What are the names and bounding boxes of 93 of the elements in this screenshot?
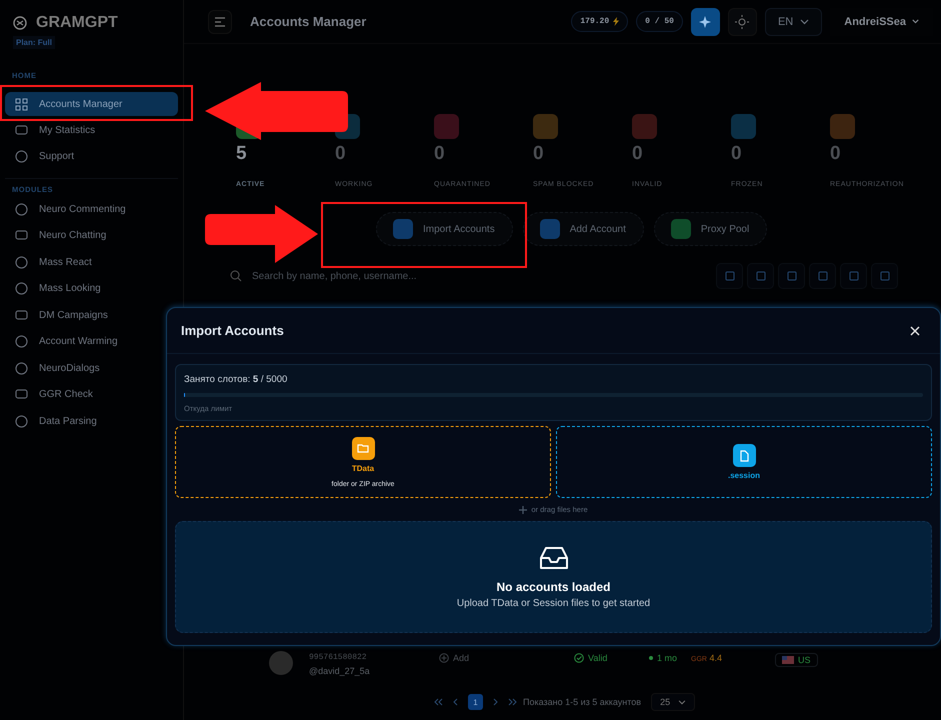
menu-item-icon [15, 229, 28, 242]
zone-title: TData [352, 464, 374, 472]
stat-value: 5 [236, 143, 248, 165]
toolbar-button[interactable] [747, 263, 774, 289]
menu-item-icon [15, 202, 28, 216]
menu-item-icon [15, 282, 28, 296]
arrow-icon [205, 205, 318, 263]
action-button[interactable]: Import Accounts [376, 212, 513, 246]
phone-text: 995761580822 [309, 653, 368, 662]
action-button[interactable]: Proxy Pool [654, 212, 768, 246]
zone-title: .session [728, 471, 760, 480]
toolbar-button[interactable] [809, 263, 836, 289]
sidebar-item[interactable]: Data Parsing [5, 408, 178, 434]
username-text: @david_27_5a [309, 666, 371, 676]
country-badge: US [775, 653, 818, 667]
search-icon [230, 270, 242, 282]
menu-item-icon [15, 414, 28, 428]
menu-item-icon [15, 335, 28, 348]
inbox-icon [540, 546, 568, 570]
status-text: Valid [588, 653, 608, 663]
sparkle-button[interactable] [690, 8, 720, 36]
stat-value: 0 [830, 143, 842, 165]
last-page-icon[interactable] [508, 698, 517, 706]
stat-value: 0 [632, 143, 644, 165]
slots-text: Занято слотов: 5 / 5000 [184, 374, 288, 385]
plus-circle-icon [439, 653, 449, 663]
sidebar-item[interactable]: My Statistics [5, 117, 178, 144]
chevron-down-icon [678, 700, 686, 704]
menu-item-icon [15, 388, 28, 402]
toolbar-icon [786, 270, 798, 282]
sidebar-item[interactable]: Mass Looking [5, 276, 178, 302]
sidebar-item[interactable]: DM Campaigns [5, 302, 178, 328]
close-button[interactable] [908, 324, 922, 338]
sidebar-item[interactable]: Neuro Chatting [5, 222, 178, 249]
chevron-down-icon [912, 19, 919, 24]
sparkle-icon [698, 14, 712, 28]
chevron-down-icon [800, 18, 810, 24]
credits-badge: 179.20 [571, 11, 628, 32]
search-field[interactable]: Search by name, phone, username... [230, 270, 474, 282]
toolbar-button[interactable] [778, 263, 805, 289]
avatar [269, 651, 293, 675]
menu-item-icon [15, 362, 28, 375]
slots-badge: 0 / 50 [636, 11, 683, 32]
sidebar-item[interactable]: Support [5, 144, 178, 170]
empty-title: No accounts loaded [496, 580, 611, 594]
sun-icon [735, 14, 750, 28]
per-page-dropdown[interactable]: 25 [651, 693, 696, 711]
toolbar-icon [848, 270, 860, 282]
age-text: 1 mo [657, 653, 678, 663]
toolbar-icon [724, 270, 736, 282]
stat-value: 0 [434, 143, 446, 165]
arrow-icon [205, 82, 348, 140]
toolbar-button[interactable] [716, 263, 743, 289]
logo-text: GRAMGPT [36, 14, 118, 32]
lightning-icon [613, 17, 620, 26]
sidebar-item[interactable]: Mass React [5, 249, 178, 276]
page-button[interactable]: 1 [468, 694, 483, 710]
dialog-title: Import Accounts [181, 323, 285, 338]
toolbar-icon [878, 270, 890, 282]
menu-item-icon [15, 256, 28, 269]
pagination-summary: Показано 1-5 из 5 аккаунтов [523, 697, 642, 707]
menu-item-icon [15, 98, 28, 110]
next-page-icon[interactable] [493, 698, 498, 706]
sidebar-item[interactable]: Account Warming [5, 328, 178, 355]
menu-item-icon [15, 308, 28, 322]
sidebar-item[interactable]: NeuroDialogs [5, 355, 178, 382]
page-title: Accounts Manager [250, 14, 366, 29]
sidebar-item[interactable]: Accounts Manager [5, 92, 178, 116]
prev-page-icon[interactable] [453, 698, 458, 706]
check-icon [574, 653, 584, 663]
stat-value: 0 [335, 143, 347, 165]
add-link[interactable]: Add [453, 653, 470, 663]
menu-icon [214, 16, 226, 26]
empty-text: Upload TData or Session files to get started [456, 598, 650, 608]
first-page-icon[interactable] [434, 698, 443, 706]
menu-item-icon [15, 150, 28, 164]
menu-button[interactable] [208, 10, 232, 34]
sidebar-item[interactable]: Neuro Commenting [5, 196, 178, 222]
toolbar-icon [754, 270, 766, 282]
theme-button[interactable] [728, 8, 757, 36]
drop-zone[interactable]: .session [556, 426, 932, 498]
menu-item-icon [15, 124, 28, 137]
stat-value: 0 [731, 143, 743, 165]
stat-value: 0 [533, 143, 545, 165]
toolbar-button[interactable] [871, 263, 898, 289]
logo-icon [13, 16, 27, 30]
toolbar-icon [816, 270, 828, 282]
toolbar-button[interactable] [840, 263, 867, 289]
sidebar-item[interactable]: GGR Check [5, 382, 178, 408]
plan-badge: Plan: Full [13, 36, 55, 49]
status-dot [649, 656, 653, 660]
language-dropdown[interactable]: EN [764, 8, 822, 36]
action-button[interactable]: Add Account [522, 212, 644, 246]
